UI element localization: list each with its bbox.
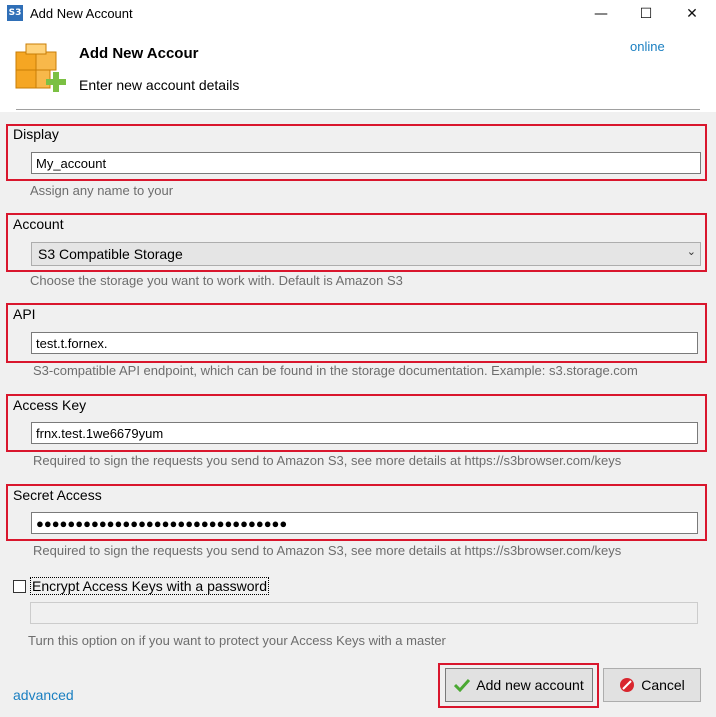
close-button[interactable]: ✕ — [669, 0, 715, 28]
checkmark-icon — [454, 678, 471, 692]
api-label: API — [13, 306, 36, 322]
account-type-select[interactable]: S3 Compatible Storage ⌄ — [31, 242, 701, 266]
encrypt-checkbox-label[interactable]: Encrypt Access Keys with a password — [30, 577, 269, 595]
header-separator — [16, 109, 700, 110]
s3-logo-add-icon — [15, 43, 66, 92]
header-title: Add New Accour — [79, 45, 199, 62]
window-title: Add New Account — [30, 6, 133, 21]
secret-access-label: Secret Access — [13, 487, 102, 503]
access-key-input[interactable] — [31, 422, 698, 444]
encrypt-checkbox[interactable] — [13, 580, 26, 593]
access-key-label: Access Key — [13, 397, 87, 413]
display-name-input[interactable] — [31, 152, 701, 174]
header-subtitle: Enter new account details — [79, 77, 240, 93]
access-key-help: Required to sign the requests you send t… — [33, 453, 622, 468]
display-help: Assign any name to your — [30, 183, 174, 198]
title-bar: S3 Add New Account — ☐ ✕ — [0, 0, 716, 28]
api-help: S3-compatible API endpoint, which can be… — [33, 363, 638, 378]
add-new-account-button[interactable]: Add new account — [445, 668, 593, 702]
add-new-account-label: Add new account — [476, 677, 584, 693]
cancel-button[interactable]: Cancel — [603, 668, 701, 702]
cancel-icon — [620, 678, 635, 692]
minimize-button[interactable]: — — [578, 0, 624, 28]
account-type-value: S3 Compatible Storage — [38, 246, 183, 262]
online-link[interactable]: online — [630, 39, 665, 54]
encrypt-help: Turn this option on if you want to prote… — [28, 633, 446, 648]
app-icon: S3 — [7, 5, 23, 21]
dialog-header — [0, 28, 716, 112]
cancel-label: Cancel — [641, 677, 685, 693]
display-label: Display — [13, 126, 59, 142]
secret-access-help: Required to sign the requests you send t… — [33, 543, 622, 558]
account-type-label: Account — [13, 216, 64, 232]
api-endpoint-input[interactable] — [31, 332, 698, 354]
master-password-input — [30, 602, 698, 624]
maximize-button[interactable]: ☐ — [623, 0, 669, 28]
chevron-down-icon: ⌄ — [686, 245, 696, 258]
secret-access-key-input[interactable] — [31, 512, 698, 534]
advanced-link[interactable]: advanced — [13, 687, 74, 703]
account-type-help: Choose the storage you want to work with… — [30, 273, 403, 288]
